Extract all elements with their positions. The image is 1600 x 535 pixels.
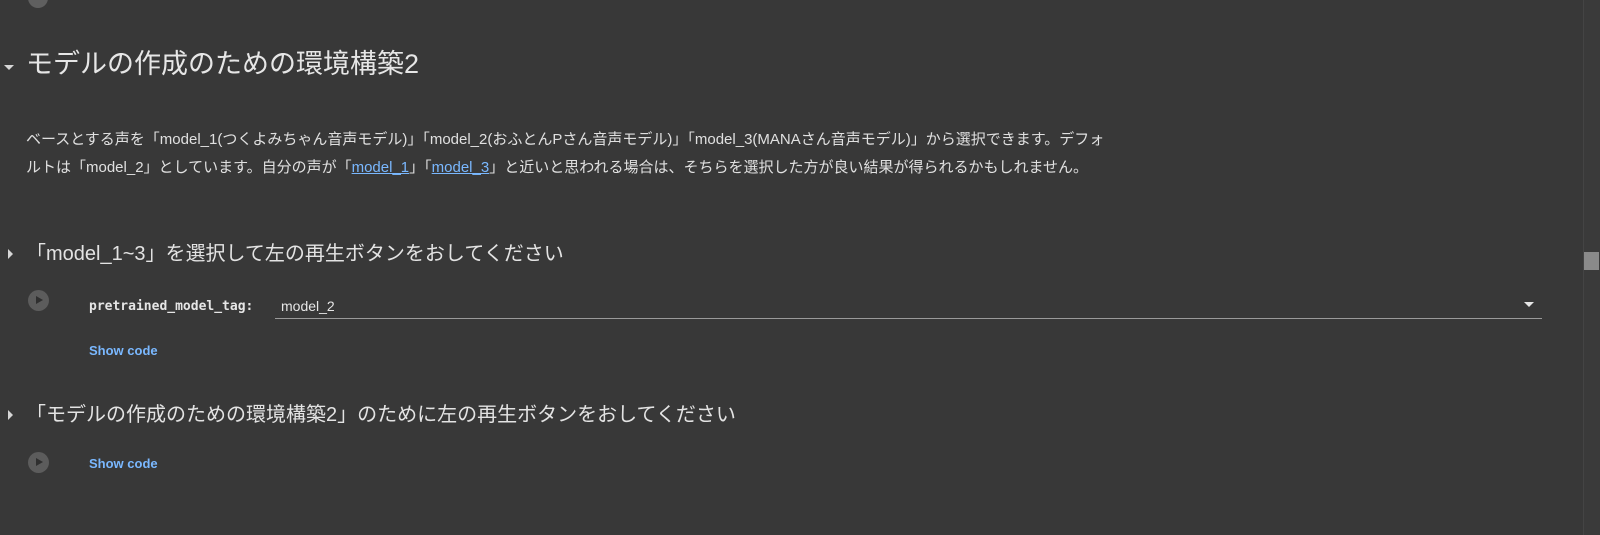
pretrained-model-tag-select[interactable]: model_2 — [275, 295, 1542, 319]
select-value: model_2 — [281, 298, 335, 314]
subsection-1-title: 「model_1~3」を選択して左の再生ボタンをおしてください — [26, 243, 564, 265]
notebook-page: モデルの作成のための環境構築2 ベースとする声を「model_1(つくよみちゃん… — [0, 0, 1600, 535]
section-description: ベースとする声を「model_1(つくよみちゃん音声モデル)」「model_2(… — [26, 126, 1106, 182]
expand-subsection-2-icon[interactable] — [8, 410, 13, 420]
expand-subsection-1-icon[interactable] — [8, 249, 13, 259]
run-cell-button-2[interactable] — [28, 452, 49, 473]
show-code-button-2[interactable]: Show code — [89, 456, 158, 471]
run-cell-button-1[interactable] — [28, 290, 49, 311]
scrollbar-thumb[interactable] — [1584, 252, 1599, 270]
description-text-2: 」「 — [409, 159, 432, 176]
previous-cell-run-button[interactable] — [28, 0, 48, 8]
show-code-button-1[interactable]: Show code — [89, 343, 158, 358]
pretrained-model-tag-label: pretrained_model_tag: — [89, 299, 254, 314]
collapse-section-icon[interactable] — [4, 65, 14, 70]
section-title: モデルの作成のための環境構築2 — [26, 49, 420, 79]
model-1-link[interactable]: model_1 — [352, 159, 410, 176]
caret-down-icon — [1524, 302, 1534, 307]
description-text-3: 」と近いと思われる場合は、そちらを選択した方が良い結果が得られるかもしれません。 — [489, 159, 1089, 176]
subsection-2-title: 「モデルの作成のための環境構築2」のために左の再生ボタンをおしてください — [26, 404, 736, 426]
model-3-link[interactable]: model_3 — [432, 159, 490, 176]
